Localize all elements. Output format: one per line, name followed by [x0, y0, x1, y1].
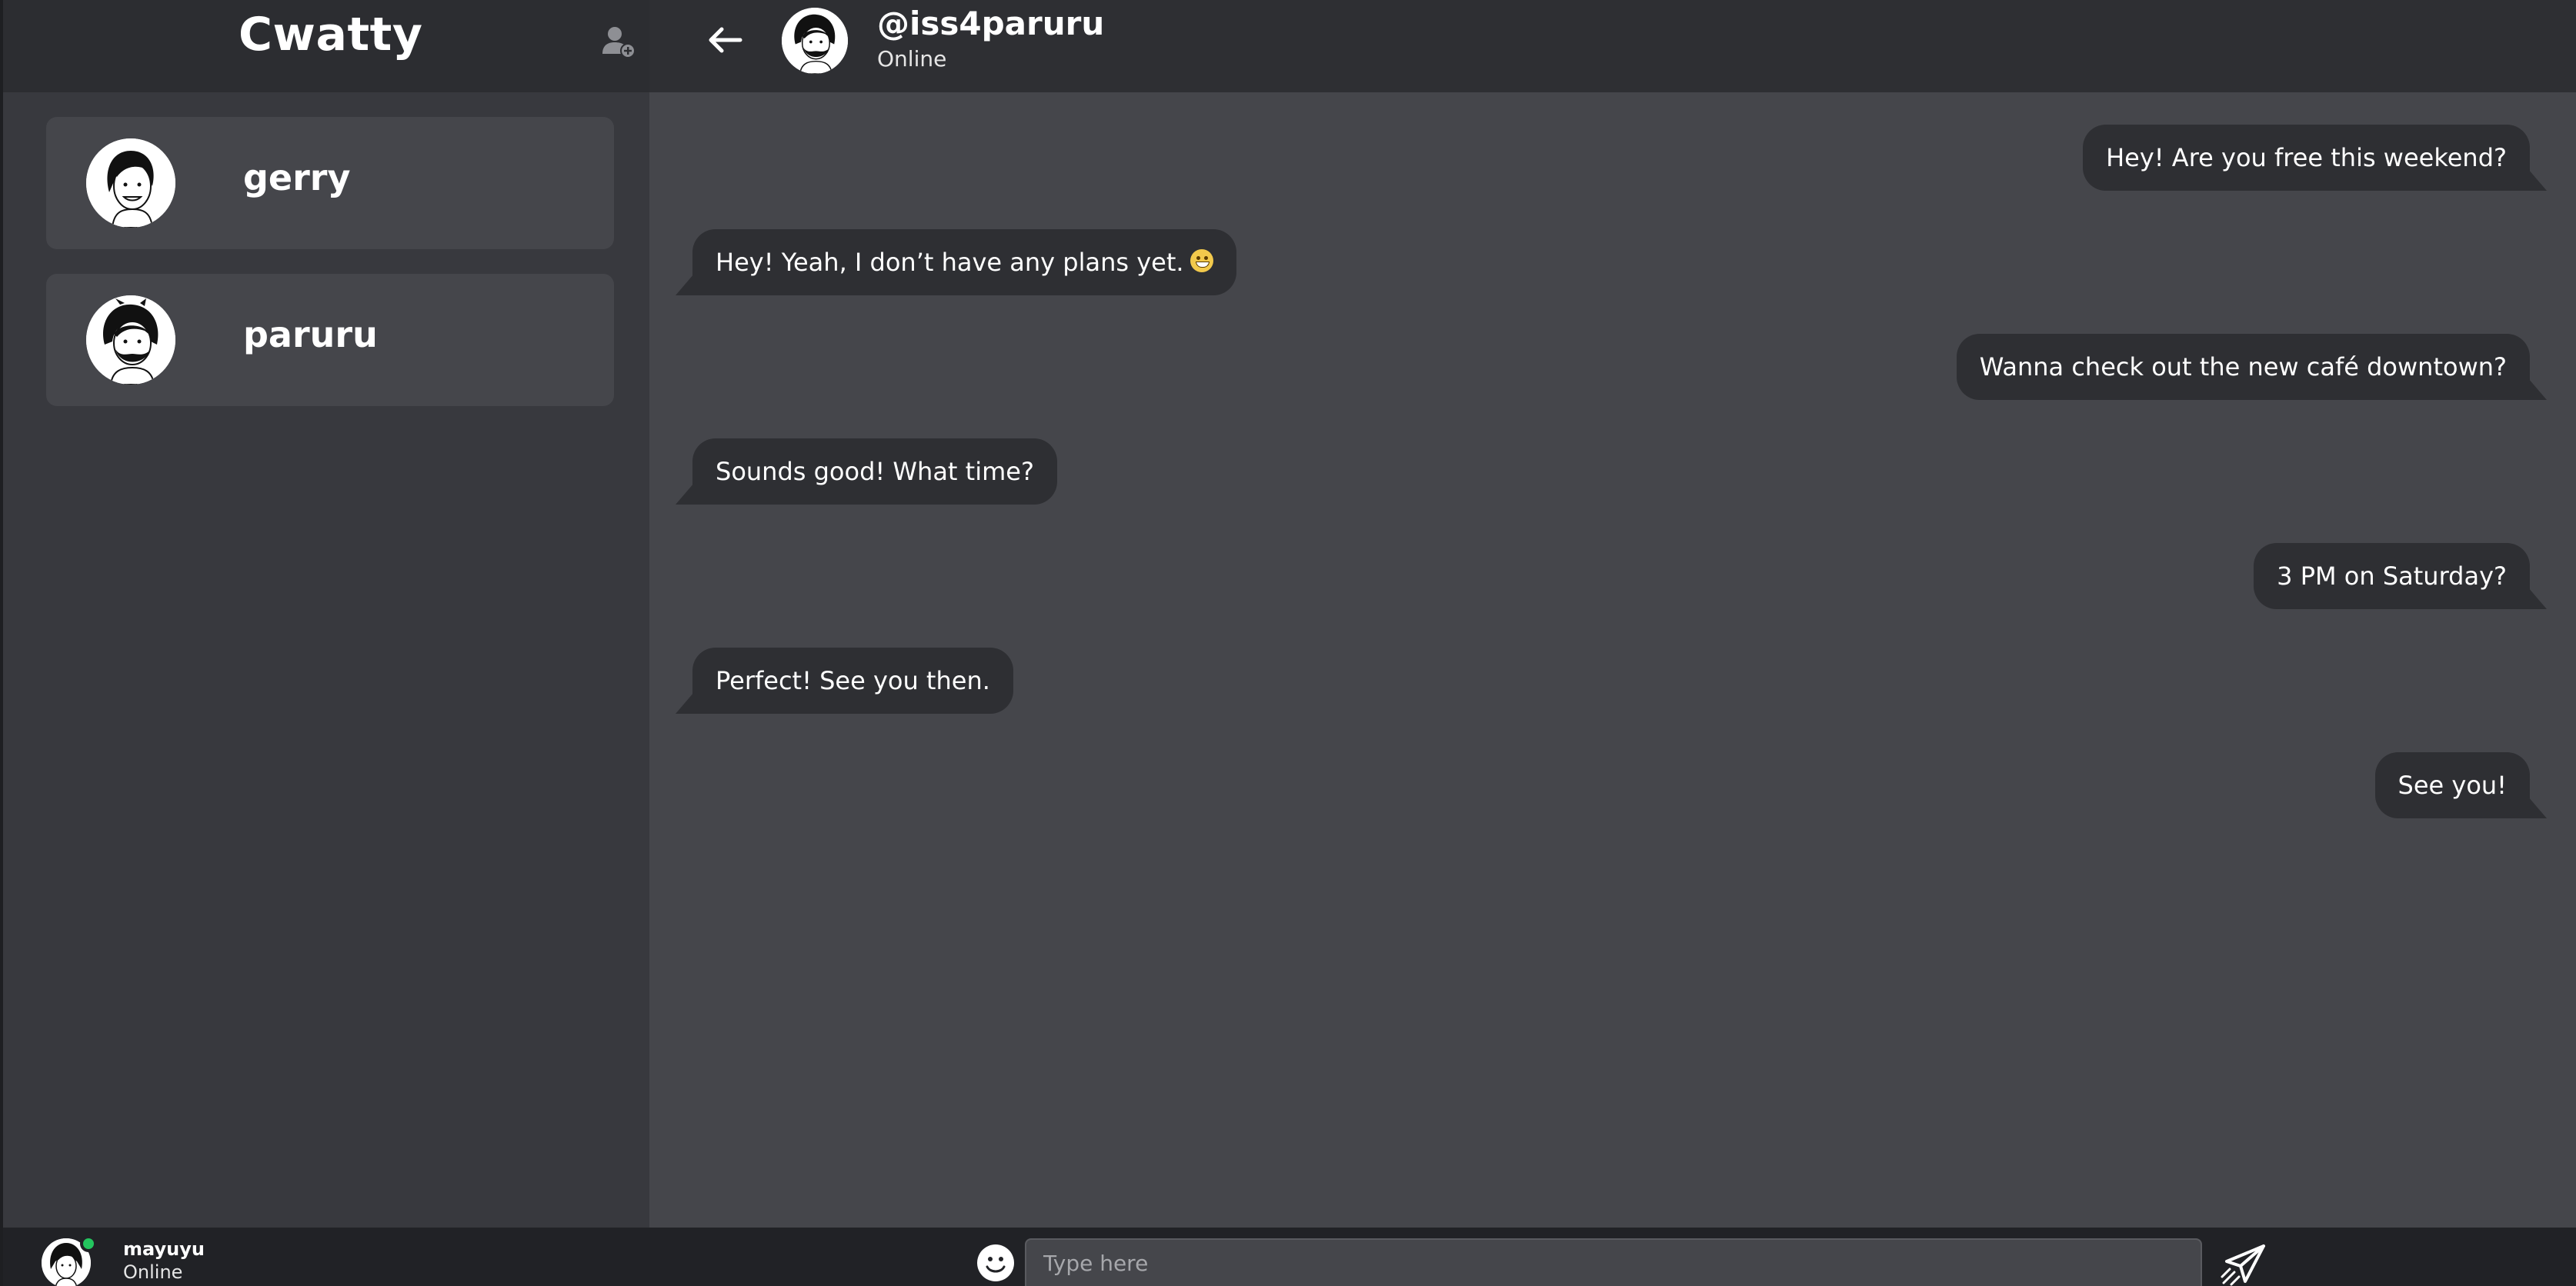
app-title: Cwatty: [239, 8, 423, 62]
avatar: [86, 138, 175, 228]
add-user-button[interactable]: [600, 23, 637, 60]
message-bubble-incoming: Sounds good! What time?: [676, 438, 1057, 505]
back-button[interactable]: [702, 22, 748, 58]
online-status-dot: [80, 1235, 97, 1252]
message-text: 3 PM on Saturday?: [2277, 561, 2507, 591]
message-bubble-incoming: Perfect! See you then.: [676, 648, 1013, 714]
sidebar: Cwatty gerry paruru mayuyu Online: [0, 0, 649, 1286]
message-composer: [649, 1228, 2576, 1286]
message-bubble-incoming: Hey! Yeah, I don’t have any plans yet.: [676, 229, 1236, 295]
contact-name: gerry: [243, 157, 351, 198]
current-user-status: Online: [123, 1261, 183, 1283]
message-list: Hey! Are you free this weekend? Hey! Yea…: [649, 92, 2576, 1228]
message-text: Hey! Are you free this weekend?: [2106, 143, 2507, 172]
message-bubble-outgoing: 3 PM on Saturday?: [2254, 543, 2547, 609]
contact-name: paruru: [243, 314, 378, 355]
emoji-icon: [977, 1244, 1014, 1281]
message-input[interactable]: [1025, 1238, 2202, 1286]
grinning-face-emoji-icon: [1190, 249, 1213, 272]
current-user-name: mayuyu: [123, 1238, 205, 1260]
message-bubble-outgoing: Wanna check out the new café downtown?: [1956, 334, 2548, 400]
avatar[interactable]: [782, 8, 848, 74]
message-text: Wanna check out the new café downtown?: [1979, 352, 2507, 381]
arrow-left-icon: [709, 27, 742, 53]
current-user-panel: mayuyu Online: [3, 1228, 649, 1286]
contact-item-paruru[interactable]: paruru: [46, 274, 614, 406]
emoji-button[interactable]: [976, 1243, 1016, 1283]
contact-item-gerry[interactable]: gerry: [46, 117, 614, 249]
send-button[interactable]: [2219, 1243, 2268, 1286]
message-text: Hey! Yeah, I don’t have any plans yet.: [716, 248, 1184, 277]
add-user-icon: [602, 27, 636, 58]
avatar: [86, 295, 175, 385]
message-text: Perfect! See you then.: [716, 666, 990, 695]
message-bubble-outgoing: See you!: [2374, 752, 2548, 818]
sidebar-header: Cwatty: [3, 0, 649, 92]
chat-header: @iss4paruru Online: [649, 0, 2576, 92]
message-bubble-outgoing: Hey! Are you free this weekend?: [2083, 125, 2547, 191]
chat-panel: @iss4paruru Online Hey! Are you free thi…: [649, 0, 2576, 1286]
chat-contact-handle: @iss4paruru: [877, 5, 1105, 42]
message-text: Sounds good! What time?: [716, 457, 1034, 486]
send-icon: [2221, 1244, 2265, 1286]
message-text: See you!: [2397, 771, 2507, 800]
chat-contact-status: Online: [877, 46, 947, 72]
